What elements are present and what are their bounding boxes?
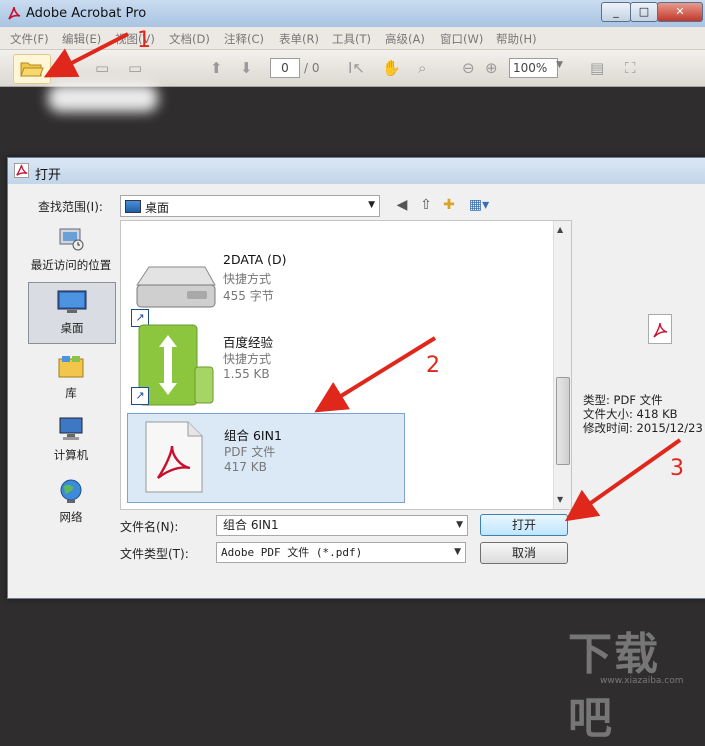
- annotation-arrow-2: [314, 336, 437, 413]
- annotation-arrow-3: [564, 438, 682, 522]
- annotation-layer: [43, 32, 682, 522]
- annotation-step-1: 1: [137, 28, 151, 53]
- annotation-step-3: 3: [670, 456, 684, 481]
- annotation-arrow-1: [43, 32, 129, 78]
- watermark-url: www.xiazaiba.com: [600, 676, 684, 686]
- annotation-step-2: 2: [426, 353, 440, 378]
